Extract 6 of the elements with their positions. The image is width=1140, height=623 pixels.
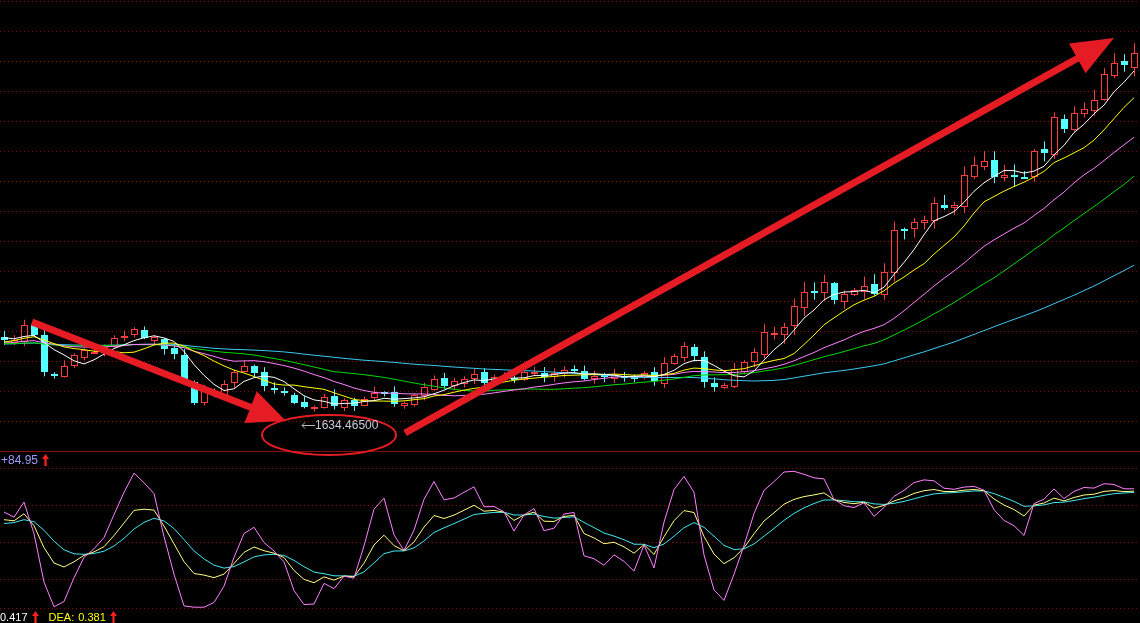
- readout-label: DEA:: [48, 610, 75, 623]
- left-arrow-icon: [301, 421, 315, 429]
- low-price-label: 1634.46500: [315, 418, 379, 432]
- readout-value: 0.417: [0, 610, 28, 623]
- indicator-value: +84.95: [1, 452, 39, 467]
- readout-value: 0.381: [78, 610, 106, 623]
